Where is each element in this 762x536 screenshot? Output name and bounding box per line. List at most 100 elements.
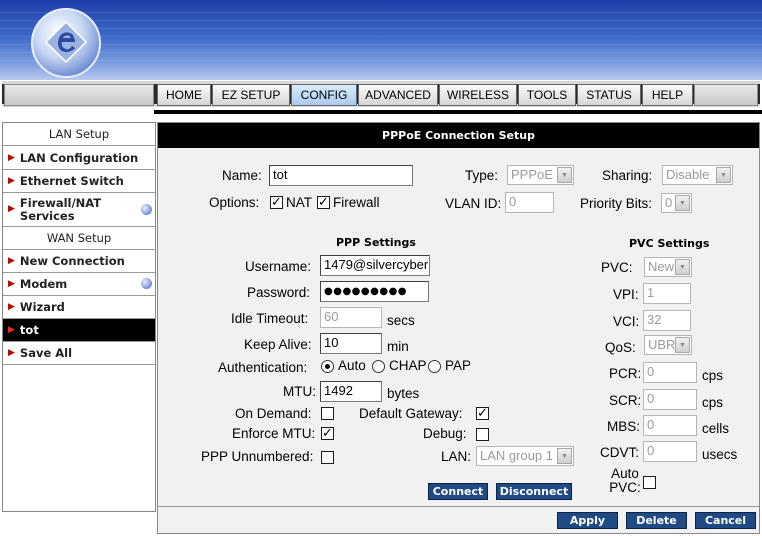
debug-checkbox[interactable] — [476, 428, 489, 441]
enforce-mtu-checkbox[interactable]: ✓ — [321, 427, 334, 440]
idle-timeout-input[interactable]: 60 — [320, 307, 382, 328]
pvc-select[interactable]: New ▼ — [644, 257, 692, 277]
priority-bits-value: 0 — [665, 195, 673, 210]
auto-pvc-label: Auto PVC: — [609, 466, 641, 495]
auth-auto-radio[interactable] — [321, 360, 334, 373]
connect-button[interactable]: Connect — [428, 483, 488, 500]
priority-bits-select[interactable]: 0 ▼ — [661, 193, 692, 213]
qos-select-value: UBR — [648, 337, 676, 352]
firewall-checkbox[interactable]: ✓ — [317, 196, 330, 209]
lan-group-select[interactable]: LAN group 1 ▼ — [476, 446, 574, 466]
chevron-down-icon: ▼ — [716, 167, 731, 183]
sidebar-item-label: Firewall/NAT Services — [19, 195, 102, 223]
tab-help[interactable]: HELP — [642, 84, 693, 106]
nav-spacer-left — [4, 84, 154, 106]
sidebar-item-save-all[interactable]: ▶ Save All — [3, 342, 155, 365]
sidebar-item-modem[interactable]: ▶ Modem — [3, 273, 155, 296]
sidebar-item-tot[interactable]: ▶ tot — [3, 319, 155, 342]
sidebar-item-ethernet-switch[interactable]: ▶ Ethernet Switch — [3, 170, 155, 193]
auto-pvc-checkbox[interactable] — [643, 476, 656, 489]
sidebar-item-firewall-nat[interactable]: ▶ Firewall/NAT Services — [3, 193, 155, 227]
panel-title: PPPoE Connection Setup — [158, 123, 759, 148]
sharing-select[interactable]: Disable ▼ — [662, 165, 733, 185]
type-select-value: PPPoE — [511, 167, 553, 182]
auth-chap-label: CHAP — [389, 358, 427, 373]
pcr-input[interactable]: 0 — [643, 362, 697, 383]
name-label: Name: — [222, 168, 262, 183]
sidebar-item-new-connection[interactable]: ▶ New Connection — [3, 250, 155, 273]
tab-status[interactable]: STATUS — [577, 84, 641, 106]
chevron-down-icon: ▼ — [557, 448, 572, 464]
auth-auto-label: Auto — [338, 358, 366, 373]
expand-bubble-icon[interactable] — [141, 278, 152, 289]
sidebar-header-wan: WAN Setup — [3, 227, 155, 250]
arrow-right-icon: ▶ — [8, 279, 15, 289]
mtu-label: MTU: — [283, 384, 316, 399]
password-input[interactable]: ●●●●●●●●● — [320, 281, 429, 302]
arrow-right-icon: ▶ — [8, 204, 15, 214]
apply-button[interactable]: Apply — [557, 512, 618, 529]
check-icon: ✓ — [271, 195, 282, 210]
tab-tools[interactable]: TOOLS — [518, 84, 576, 106]
tab-advanced[interactable]: ADVANCED — [358, 84, 438, 106]
tab-home[interactable]: HOME — [157, 84, 211, 106]
on-demand-label: On Demand: — [235, 406, 312, 421]
sharing-label: Sharing: — [602, 168, 653, 183]
check-icon: ✓ — [322, 426, 333, 441]
scr-input[interactable]: 0 — [643, 389, 697, 410]
mbs-unit: cells — [702, 421, 730, 436]
nav-spacer-right — [694, 84, 758, 106]
sidebar-item-label: LAN Configuration — [19, 151, 139, 165]
disconnect-button[interactable]: Disconnect — [496, 483, 572, 500]
sidebar-item-wizard[interactable]: ▶ Wizard — [3, 296, 155, 319]
options-label: Options: — [209, 195, 260, 210]
pcr-label: PCR: — [609, 366, 642, 381]
default-gateway-checkbox[interactable]: ✓ — [476, 407, 489, 420]
expand-bubble-icon[interactable] — [141, 204, 152, 215]
username-input[interactable]: 1479@silvercyber — [320, 255, 430, 276]
arrow-right-icon: ▶ — [8, 325, 15, 335]
cdvt-unit: usecs — [702, 447, 738, 462]
cdvt-input[interactable]: 0 — [643, 441, 697, 462]
mtu-input[interactable]: 1492 — [320, 381, 382, 402]
check-icon: ✓ — [318, 195, 329, 210]
vpi-input[interactable]: 1 — [643, 283, 691, 304]
ppp-unnumbered-checkbox[interactable] — [321, 451, 334, 464]
tab-ez-setup[interactable]: EZ SETUP — [212, 84, 290, 106]
arrow-right-icon: ▶ — [8, 153, 15, 163]
tab-config[interactable]: CONFIG — [291, 84, 357, 106]
qos-select[interactable]: UBR ▼ — [644, 335, 692, 355]
delete-button[interactable]: Delete — [626, 512, 687, 529]
lan-group-value: LAN group 1 — [480, 448, 553, 463]
keep-alive-input[interactable]: 10 — [320, 333, 382, 354]
sidebar-item-lan-configuration[interactable]: ▶ LAN Configuration — [3, 147, 155, 170]
scr-unit: cps — [702, 395, 724, 410]
arrow-right-icon: ▶ — [8, 176, 15, 186]
firewall-label: Firewall — [333, 195, 380, 210]
action-bar: Apply Delete Cancel — [158, 506, 759, 533]
tab-wireless[interactable]: WIRELESS — [439, 84, 517, 106]
cancel-button[interactable]: Cancel — [695, 512, 756, 529]
name-input[interactable]: tot — [269, 165, 413, 186]
chevron-down-icon: ▼ — [675, 259, 690, 275]
cdvt-label: CDVT: — [600, 445, 640, 460]
sharing-select-value: Disable — [666, 167, 710, 182]
auth-pap-radio[interactable] — [428, 360, 441, 373]
auth-chap-radio[interactable] — [372, 360, 385, 373]
sidebar: LAN Setup ▶ LAN Configuration ▶ Ethernet… — [2, 122, 156, 512]
ppp-unnumbered-label: PPP Unnumbered: — [201, 449, 314, 464]
check-icon: ✓ — [477, 406, 488, 421]
type-select[interactable]: PPPoE ▼ — [507, 165, 574, 185]
arrow-right-icon: ▶ — [8, 256, 15, 266]
sidebar-item-label: Modem — [19, 277, 68, 291]
vlan-id-input[interactable]: 0 — [505, 192, 554, 213]
sidebar-item-label: New Connection — [19, 254, 125, 268]
on-demand-checkbox[interactable] — [321, 407, 334, 420]
pvc-settings-title: PVC Settings — [629, 237, 710, 250]
sidebar-item-label: tot — [19, 323, 39, 337]
vci-input[interactable]: 32 — [643, 310, 691, 331]
nat-checkbox[interactable]: ✓ — [270, 196, 283, 209]
idle-timeout-label: Idle Timeout: — [231, 311, 309, 326]
header-banner — [0, 0, 762, 80]
mbs-input[interactable]: 0 — [643, 415, 697, 436]
